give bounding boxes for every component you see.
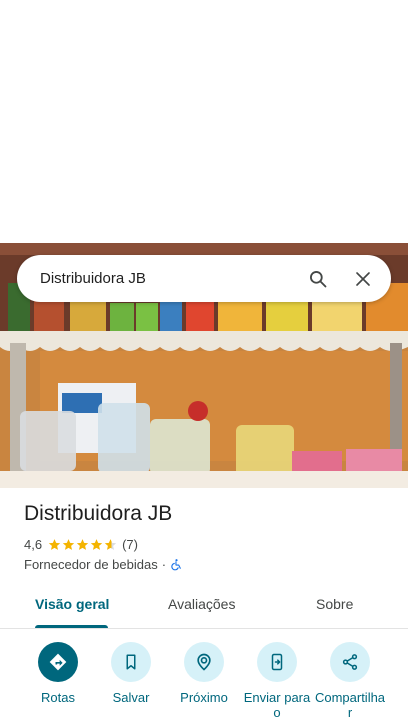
rating-stars xyxy=(48,538,117,551)
send-to-phone-label: Enviar para o xyxy=(243,690,311,720)
search-bar[interactable]: Distribuidora JB xyxy=(17,255,391,302)
place-tabs: Visão geral Avaliações Sobre xyxy=(0,584,408,629)
map-blank-area xyxy=(0,0,408,243)
wheelchair-accessible-icon xyxy=(171,559,181,571)
share-circle xyxy=(330,642,370,682)
place-info-panel: Distribuidora JB 4,6 (7) Fornecedor de b… xyxy=(0,488,408,726)
tab-about[interactable]: Sobre xyxy=(316,596,353,612)
directions-circle xyxy=(38,642,78,682)
bookmark-icon xyxy=(126,654,136,670)
rating-row[interactable]: 4,6 (7) xyxy=(24,537,138,552)
share-icon xyxy=(342,654,358,670)
search-button[interactable] xyxy=(298,259,338,299)
star-icon xyxy=(48,539,61,550)
star-icon xyxy=(62,539,75,550)
separator-dot: · xyxy=(161,557,167,572)
nearby-label: Próximo xyxy=(180,690,228,705)
send-to-phone-button[interactable]: Enviar para o xyxy=(240,642,314,720)
active-tab-indicator xyxy=(35,625,108,628)
place-category: Fornecedor de bebidas xyxy=(24,557,158,572)
tab-overview[interactable]: Visão geral xyxy=(35,596,109,612)
clear-search-button[interactable] xyxy=(343,259,383,299)
search-input[interactable]: Distribuidora JB xyxy=(17,270,298,287)
save-button[interactable]: Salvar xyxy=(94,642,168,705)
save-label: Salvar xyxy=(112,690,150,705)
close-icon xyxy=(356,271,370,286)
star-icon xyxy=(76,539,89,550)
star-half-icon xyxy=(104,539,117,550)
save-circle xyxy=(111,642,151,682)
nearby-button[interactable]: Próximo xyxy=(167,642,241,705)
share-label: Compartilhar xyxy=(314,690,386,720)
rating-value: 4,6 xyxy=(24,537,43,552)
send-to-phone-circle xyxy=(257,642,297,682)
review-count: (7) xyxy=(122,537,138,552)
category-row: Fornecedor de bebidas · xyxy=(24,557,183,572)
directions-icon xyxy=(49,653,67,671)
action-buttons: Rotas Salvar Próximo Enviar para o Compa… xyxy=(0,642,408,726)
directions-button[interactable]: Rotas xyxy=(21,642,95,705)
tab-reviews[interactable]: Avaliações xyxy=(168,596,235,612)
send-to-phone-icon xyxy=(271,653,283,671)
place-title: Distribuidora JB xyxy=(24,502,173,525)
star-icon xyxy=(90,539,103,550)
directions-label: Rotas xyxy=(41,690,75,705)
search-icon xyxy=(310,270,327,287)
share-button[interactable]: Compartilhar xyxy=(313,642,387,720)
nearby-icon xyxy=(197,653,211,671)
nearby-circle xyxy=(184,642,224,682)
